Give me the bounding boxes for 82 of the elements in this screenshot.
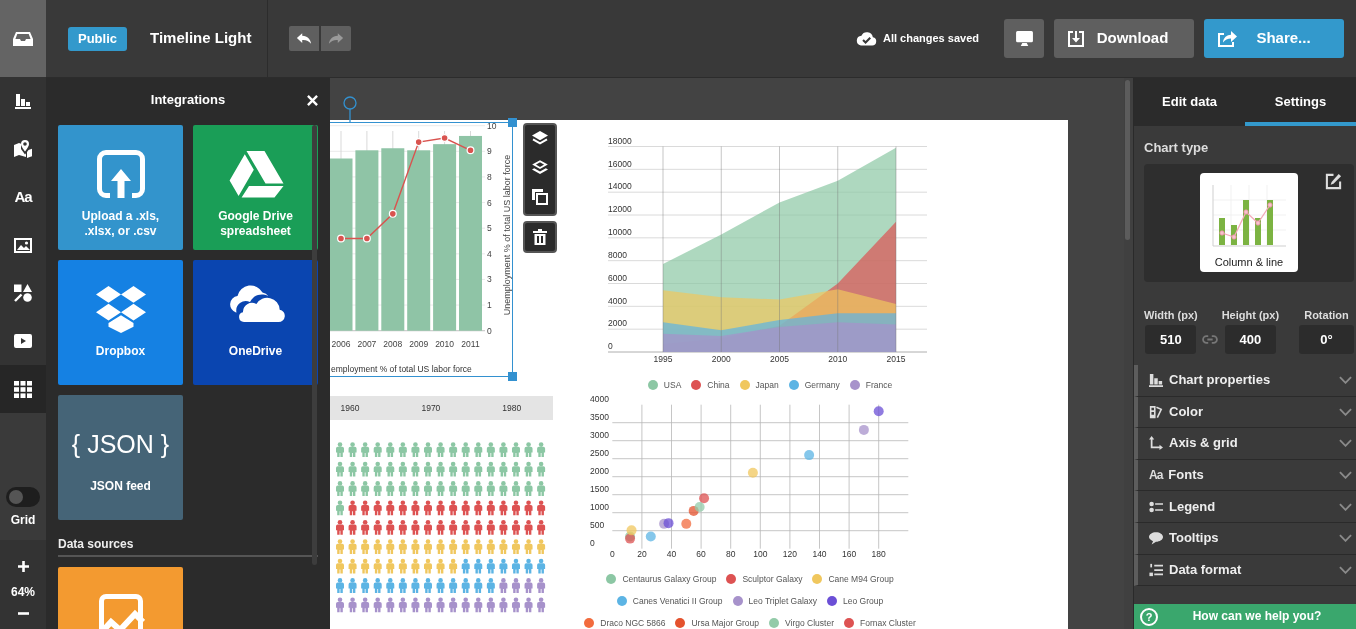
axis-tick-label: 2000 [590,465,609,476]
axis-tick-label: 6000 [608,272,627,283]
legend-label: Canes Venatici II Group [632,595,723,607]
axis-label: 60 [696,549,706,560]
axis-tick-label: 9 [487,146,492,157]
axis-tick-label: 14000 [608,181,632,192]
axis-label: 2006 [331,339,351,349]
legend-label: Fornax Cluster [860,617,916,629]
axis-tick-label: 10000 [608,227,632,238]
axis-label: 2008 [383,339,403,349]
field-label: Rotation [1304,308,1349,322]
axis-label: 160 [842,549,857,560]
axis-tick-label: 3000 [590,429,609,440]
axis-label: 40 [666,549,677,560]
axis-tick-label: 8000 [608,249,627,260]
legend-label: Virgo Cluster [785,617,834,629]
axis-label: 2009 [409,339,429,349]
axis-tick-label: 16000 [608,158,632,169]
legend-label: France [865,379,893,391]
section-title: Data sources [58,537,135,552]
axis-label: 80 [725,549,736,560]
axis-label: 1995 [653,354,673,365]
axis-label: 0 [609,549,615,560]
axis-tick-label: 4 [487,248,492,259]
axis-label: 2010 [828,354,848,365]
axis-tick-label: 4000 [608,295,627,306]
json-icon: { JSON } [71,426,170,462]
legend-label: Sculptor Galaxy [742,573,803,585]
legend-label: Cane M94 Group [828,573,894,585]
axis-tick-label: 3500 [590,411,609,422]
zoom-level: 64% [11,585,35,600]
axis-label: 2007 [357,339,377,349]
timeline-label: 1980 [502,402,522,414]
axis-tick-label: 12000 [608,204,632,215]
axis-tick-label: 18000 [608,135,632,146]
axis-label: 180 [871,549,886,560]
legend-label: Germany [804,379,840,391]
axis-tick-label: 1000 [590,501,609,512]
axis-label: 2015 [886,354,906,365]
toggle-label: Grid [10,513,36,528]
field-label: Height (px) [1221,308,1280,322]
axis-label: 2011 [461,339,480,349]
timeline-label: 1970 [421,402,441,414]
axis-tick-label: 6 [487,197,492,208]
field-label: Width (px) [1144,308,1198,322]
axis-label: 140 [812,549,827,560]
legend-label: Draco NGC 5866 [600,617,666,629]
legend-label: Japan [755,379,779,391]
legend-label: China [707,379,730,391]
axis-tick-label: 3 [487,274,492,285]
axis-label: 120 [782,549,797,560]
timeline-label: 1960 [340,402,360,414]
axis-tick-label: 0 [608,341,613,352]
axis-tick-label: 500 [590,519,605,530]
legend-label: Leo Triplet Galaxy [748,595,818,607]
help-icon: ? [1140,607,1158,626]
axis-label: 2005 [770,354,789,365]
legend-label: Centaurus Galaxy Group [622,573,717,585]
axis-label: 2010 [435,339,455,349]
axis-tick-label: 8 [487,171,492,182]
axis-tick-label: 4000 [590,395,609,404]
axis-tick-label: 2500 [590,447,609,458]
axis-title: employment % of total US labor force [331,364,472,374]
axis-tick-label: 2000 [608,318,627,329]
axis-tick-label: 1500 [590,483,609,494]
legend-label: USA [663,379,682,391]
axis-tick-label: 1 [487,300,492,311]
font-icon: Aa [1149,467,1163,483]
axis-label: 20 [637,549,647,560]
panel-title: Integrations [150,91,226,109]
section-title: Chart type [1144,139,1210,157]
axis-label: 100 [753,549,768,560]
legend-label: Leo Group [843,595,884,607]
axis-label: 2000 [711,354,731,365]
axis-tick-label: 0 [487,325,492,336]
axis-tick-label: 5 [487,223,492,234]
save-status: All changes saved [883,31,979,46]
axis-tick-label: 0 [590,537,595,548]
document-title: Timeline Light [150,29,252,48]
legend-label: Ursa Major Group [691,617,759,629]
axis-tick-label: 10 [487,120,497,131]
axis-title: Unemployment % of total US labor force [502,154,512,316]
